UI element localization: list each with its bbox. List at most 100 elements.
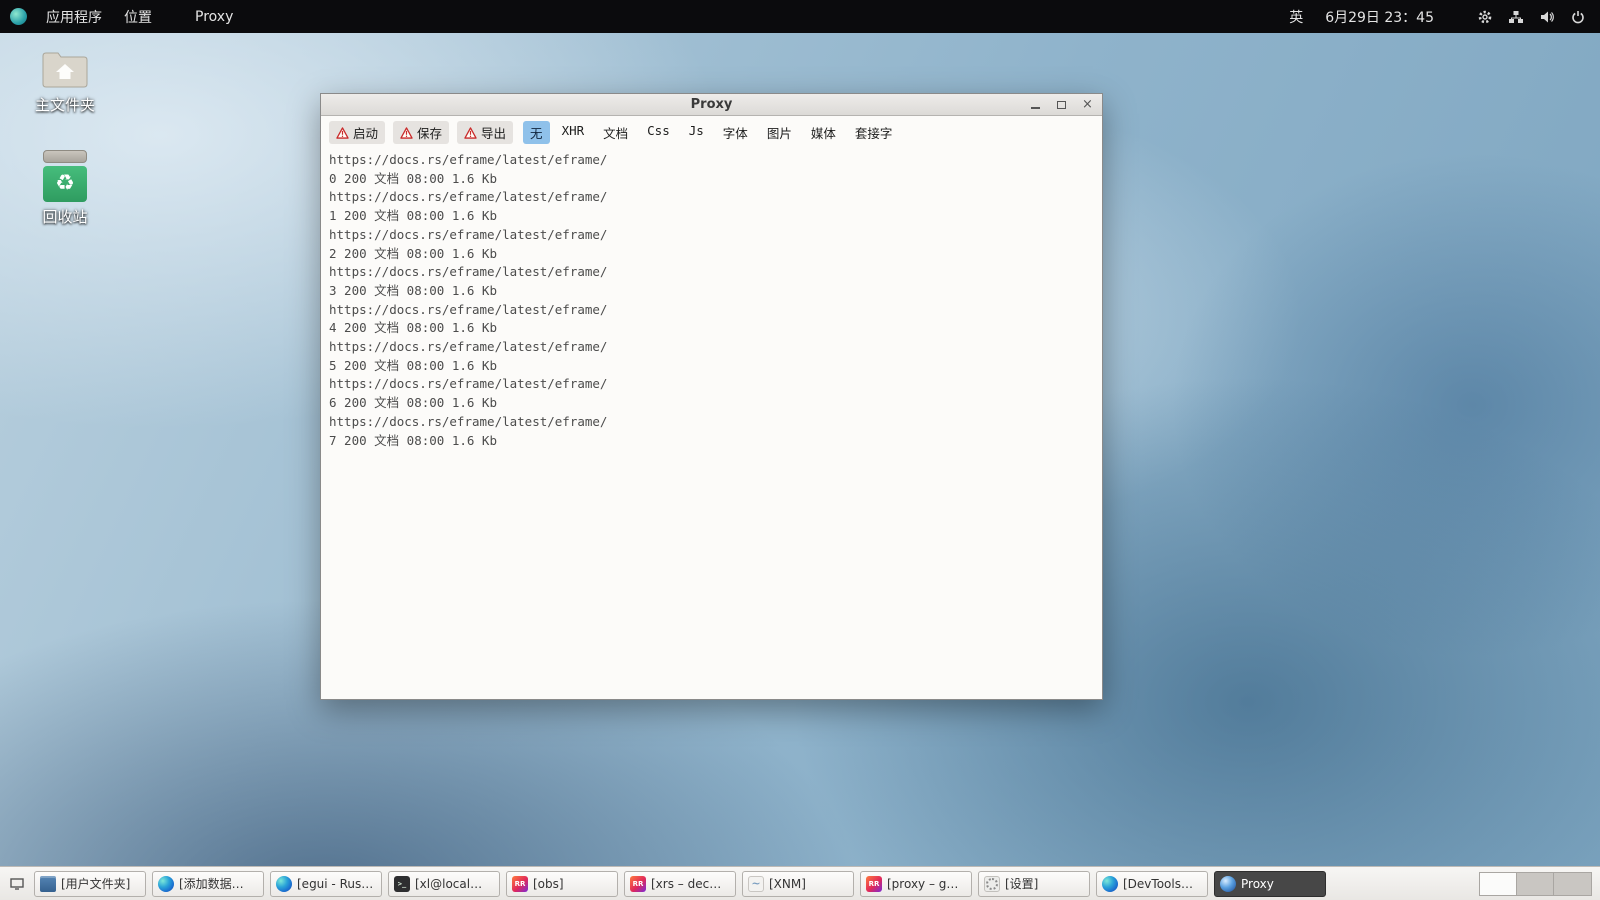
close-button[interactable]: × [1081, 98, 1094, 111]
request-url: https://docs.rs/eframe/latest/eframe/ [329, 301, 608, 317]
taskbar-item-label: [添加数据… [179, 877, 244, 891]
filter-tab[interactable]: Js [682, 121, 711, 144]
taskbar-item[interactable]: [DevTools… [1096, 870, 1208, 897]
taskbar-item[interactable]: [XNM] [742, 870, 854, 897]
request-row[interactable]: https://docs.rs/eframe/latest/eframe/ 1 … [329, 188, 1094, 225]
request-row[interactable]: https://docs.rs/eframe/latest/eframe/ 5 … [329, 338, 1094, 375]
warning-icon [464, 126, 477, 139]
taskbar-item[interactable]: [添加数据… [152, 870, 264, 897]
filter-tab[interactable]: 媒体 [804, 121, 843, 144]
taskbar-item-label: Proxy [1241, 876, 1274, 891]
desktop-icon-label: 回收站 [42, 208, 88, 226]
minimize-button[interactable] [1029, 98, 1042, 111]
toolbar-action-button[interactable]: 启动 [329, 121, 386, 144]
filter-tab[interactable]: XHR [555, 121, 592, 144]
toolbar-action-button[interactable]: 导出 [457, 121, 514, 144]
request-url: https://docs.rs/eframe/latest/eframe/ [329, 189, 608, 205]
taskbar: [用户文件夹] [添加数据… [egui - Rus… [xl@local… [… [0, 866, 1600, 900]
maximize-button[interactable] [1055, 98, 1068, 111]
request-meta: 5 200 文档 08:00 1.6 Kb [329, 357, 497, 373]
request-meta: 3 200 文档 08:00 1.6 Kb [329, 282, 497, 298]
filter-tab[interactable]: 文档 [596, 121, 635, 144]
request-row[interactable]: https://docs.rs/eframe/latest/eframe/ 3 … [329, 263, 1094, 300]
volume-icon[interactable] [1538, 8, 1555, 25]
workspace-3[interactable] [1554, 872, 1591, 895]
trash-lid-icon [43, 150, 87, 163]
proxy-window: Proxy × 启动 保存 导出 无 XHR 文档 Css Js 字体 图片 媒… [320, 93, 1103, 700]
taskbar-item[interactable]: [xl@local… [388, 870, 500, 897]
taskbar-item-label: [obs] [533, 876, 564, 891]
taskbar-item[interactable]: [xrs – dec… [624, 870, 736, 897]
request-meta: 0 200 文档 08:00 1.6 Kb [329, 170, 497, 186]
settings-icon [984, 875, 1000, 892]
request-url: https://docs.rs/eframe/latest/eframe/ [329, 413, 608, 429]
filter-tab[interactable]: 无 [523, 121, 550, 144]
xnm-icon [748, 875, 764, 892]
taskbar-item[interactable]: [obs] [506, 870, 618, 897]
window-title: Proxy [690, 97, 733, 112]
menu-applications[interactable]: 应用程序 [35, 7, 113, 27]
network-icon[interactable] [1507, 8, 1524, 25]
settings-icon[interactable] [1476, 8, 1493, 25]
toolbar-action-button[interactable]: 保存 [393, 121, 450, 144]
home-folder-icon [42, 52, 88, 88]
workspace-switcher [1479, 871, 1592, 896]
window-toolbar: 启动 保存 导出 无 XHR 文档 Css Js 字体 图片 媒体 套接字 [321, 116, 1102, 148]
toolbar-action-label: 启动 [353, 126, 379, 141]
request-meta: 7 200 文档 08:00 1.6 Kb [329, 432, 497, 448]
browser-icon [158, 875, 174, 892]
taskbar-item-label: [xl@local… [415, 876, 483, 891]
request-meta: 1 200 文档 08:00 1.6 Kb [329, 208, 497, 224]
filter-tab[interactable]: 套接字 [848, 121, 900, 144]
show-desktop-button[interactable] [8, 875, 26, 893]
request-url: https://docs.rs/eframe/latest/eframe/ [329, 376, 608, 392]
request-list: https://docs.rs/eframe/latest/eframe/ 0 … [321, 148, 1102, 699]
warning-icon [336, 126, 349, 139]
input-method-indicator[interactable]: 英 [1289, 7, 1303, 27]
warning-icon [400, 126, 413, 139]
toolbar-action-label: 导出 [481, 126, 507, 141]
taskbar-item[interactable]: Proxy [1214, 870, 1326, 897]
clock[interactable]: 6月29日 23：45 [1325, 7, 1434, 27]
request-row[interactable]: https://docs.rs/eframe/latest/eframe/ 6 … [329, 375, 1094, 412]
filter-tab[interactable]: Css [640, 121, 677, 144]
browser-icon [1102, 875, 1118, 892]
power-icon[interactable] [1569, 8, 1586, 25]
taskbar-item-label: [XNM] [769, 876, 806, 891]
window-titlebar[interactable]: Proxy × [321, 94, 1102, 116]
desktop-icon-label: 主文件夹 [34, 96, 95, 114]
request-url: https://docs.rs/eframe/latest/eframe/ [329, 339, 608, 355]
top-panel: 应用程序 位置 Proxy 英 6月29日 23：45 [0, 0, 1600, 33]
rustrover-icon [866, 875, 882, 892]
folder-icon [40, 875, 56, 892]
proxy-icon [1220, 875, 1236, 892]
taskbar-item[interactable]: [egui - Rus… [270, 870, 382, 897]
request-row[interactable]: https://docs.rs/eframe/latest/eframe/ 2 … [329, 226, 1094, 263]
desktop-icon-trash[interactable]: ♻ 回收站 [20, 150, 110, 227]
taskbar-item[interactable]: [设置] [978, 870, 1090, 897]
taskbar-item[interactable]: [proxy – g… [860, 870, 972, 897]
taskbar-item-label: [DevTools… [1123, 876, 1193, 891]
request-url: https://docs.rs/eframe/latest/eframe/ [329, 264, 608, 280]
taskbar-item[interactable]: [用户文件夹] [34, 870, 146, 897]
menu-places[interactable]: 位置 [113, 7, 163, 27]
desktop-icon-home[interactable]: 主文件夹 [20, 48, 110, 115]
request-row[interactable]: https://docs.rs/eframe/latest/eframe/ 4 … [329, 301, 1094, 338]
distro-logo-icon[interactable] [10, 8, 27, 25]
taskbar-item-label: [用户文件夹] [61, 877, 131, 891]
request-meta: 6 200 文档 08:00 1.6 Kb [329, 395, 497, 411]
browser-icon [276, 875, 292, 892]
taskbar-item-label: [egui - Rus… [297, 876, 374, 891]
workspace-2[interactable] [1517, 872, 1554, 895]
active-app-name[interactable]: Proxy [185, 9, 243, 25]
workspace-1[interactable] [1480, 872, 1517, 895]
request-url: https://docs.rs/eframe/latest/eframe/ [329, 226, 608, 242]
request-meta: 4 200 文档 08:00 1.6 Kb [329, 320, 497, 336]
taskbar-item-label: [设置] [1005, 877, 1039, 891]
filter-tab[interactable]: 字体 [716, 121, 755, 144]
taskbar-item-label: [xrs – dec… [651, 876, 722, 891]
filter-tab[interactable]: 图片 [760, 121, 799, 144]
request-row[interactable]: https://docs.rs/eframe/latest/eframe/ 7 … [329, 413, 1094, 450]
rustrover-icon [630, 875, 646, 892]
request-row[interactable]: https://docs.rs/eframe/latest/eframe/ 0 … [329, 151, 1094, 188]
